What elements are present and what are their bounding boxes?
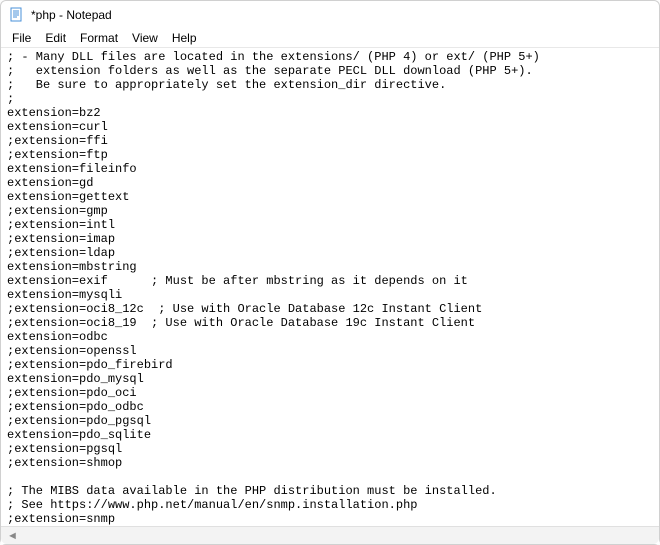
menu-view[interactable]: View: [125, 30, 165, 46]
menubar: File Edit Format View Help: [1, 29, 659, 48]
menu-format[interactable]: Format: [73, 30, 125, 46]
left-arrow-icon: ◄: [7, 530, 18, 542]
statusbar: ◄: [1, 526, 659, 544]
menu-edit[interactable]: Edit: [38, 30, 73, 46]
menu-help[interactable]: Help: [165, 30, 204, 46]
notepad-icon: [9, 7, 25, 23]
window-title: *php - Notepad: [31, 8, 112, 22]
menu-file[interactable]: File: [5, 30, 38, 46]
text-editor[interactable]: ; - Many DLL files are located in the ex…: [1, 48, 659, 526]
editor-area: ; - Many DLL files are located in the ex…: [1, 48, 659, 544]
notepad-window: *php - Notepad File Edit Format View Hel…: [0, 0, 660, 545]
titlebar[interactable]: *php - Notepad: [1, 1, 659, 29]
